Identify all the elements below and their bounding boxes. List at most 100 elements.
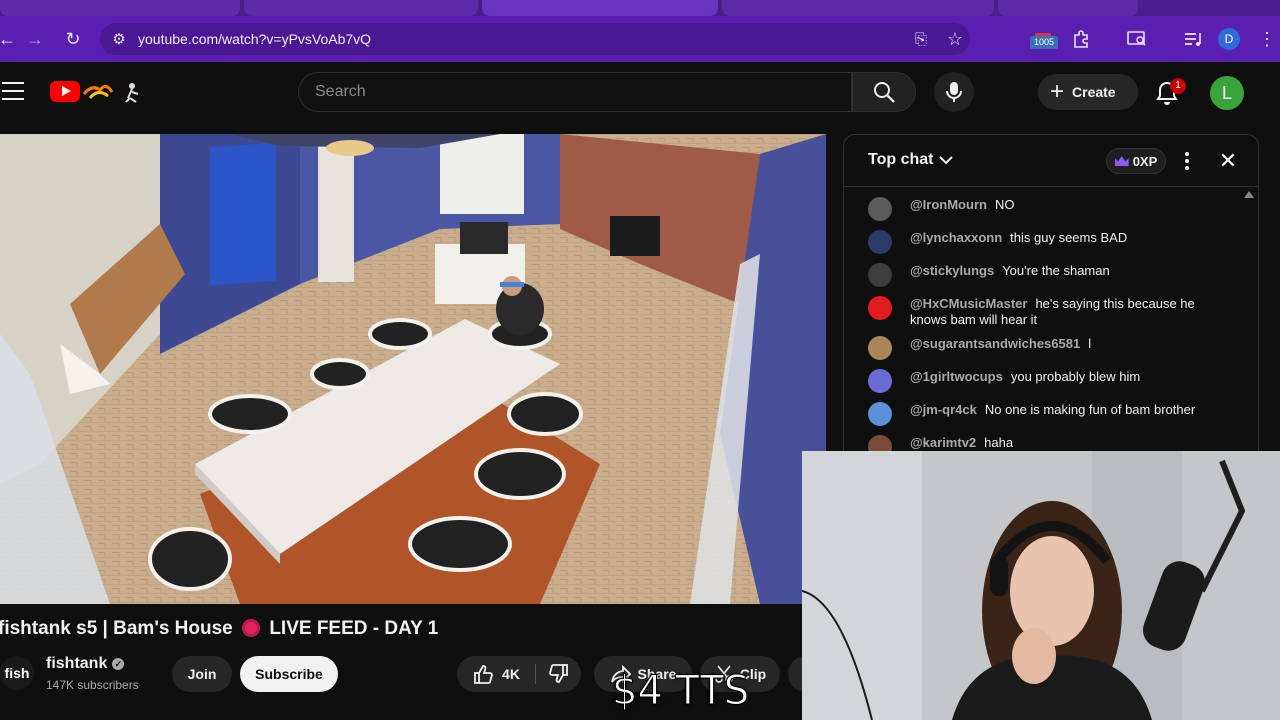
xp-button[interactable]: 0XP — [1106, 148, 1166, 174]
back-icon[interactable]: ← — [0, 24, 22, 54]
notification-count-badge: 1 — [1170, 78, 1186, 94]
search-input[interactable] — [315, 81, 815, 103]
youtube-logo[interactable] — [50, 81, 80, 102]
verified-check-icon: ✓ — [112, 658, 125, 670]
browser-tab-strip — [0, 0, 1280, 16]
channel-name-text[interactable]: fishtank — [46, 655, 107, 672]
search-box — [298, 72, 852, 112]
microphone-icon — [946, 82, 962, 102]
chat-mode-label[interactable]: Top chat — [868, 151, 933, 169]
chat-message: @stickylungs You're the shaman — [844, 259, 1244, 292]
voice-search-button[interactable] — [934, 72, 974, 112]
bookmark-star-icon[interactable]: ☆ — [940, 24, 970, 54]
account-avatar[interactable]: L — [1210, 76, 1244, 110]
chat-text: l — [1088, 336, 1092, 351]
browser-tab-active[interactable] — [482, 0, 718, 16]
chat-text: this guy seems BAD — [1010, 230, 1128, 245]
cast-search-icon[interactable] — [1122, 24, 1152, 54]
extension-badge: 1005 — [1030, 36, 1058, 49]
chat-author[interactable]: @lynchaxxonn — [910, 230, 1002, 245]
chat-message: @lynchaxxonn this guy seems BAD — [844, 226, 1244, 259]
chat-text: You're the shaman — [1002, 263, 1110, 278]
chat-message-list: @IronMourn NO @lynchaxxonn this guy seems … — [844, 193, 1244, 464]
crown-icon — [1114, 156, 1129, 166]
extensions-puzzle-icon[interactable] — [1066, 24, 1096, 54]
chat-avatar[interactable] — [868, 263, 892, 287]
chat-message: @1girltwocups you probably blew him — [844, 365, 1244, 398]
thumbs-up-icon — [474, 665, 493, 684]
browser-tab[interactable] — [0, 0, 240, 16]
chat-author[interactable]: @stickylungs — [910, 263, 994, 278]
chat-avatar[interactable] — [868, 197, 892, 221]
menu-icon[interactable] — [2, 82, 24, 100]
join-button[interactable]: Join — [172, 656, 232, 692]
subscribe-button[interactable]: Subscribe — [240, 656, 338, 692]
address-url[interactable]: youtube.com/watch?v=yPvsVoAb7vQ — [138, 31, 371, 47]
logo-doodle-icon — [82, 83, 139, 103]
chat-avatar[interactable] — [868, 296, 892, 320]
chat-text: No one is making fun of bam brother — [984, 402, 1196, 417]
video-title-live: LIVE FEED - DAY 1 — [269, 618, 439, 639]
webcam-image — [802, 451, 1280, 720]
scroll-up-arrow-icon[interactable] — [1244, 191, 1254, 198]
chat-message: @sugarantsandwiches6581 l — [844, 332, 1244, 365]
search-icon — [874, 82, 895, 103]
tts-overlay-text: $4 TTS — [611, 668, 750, 715]
chat-avatar[interactable] — [868, 336, 892, 360]
dislike-button[interactable] — [537, 656, 581, 692]
screen: ← → ↻ ⚙ youtube.com/watch?v=yPvsVoAb7vQ … — [0, 0, 1280, 720]
chat-author[interactable]: @IronMourn — [910, 197, 987, 212]
install-app-icon[interactable]: ⎘ — [906, 24, 936, 54]
site-info-icon[interactable]: ⚙ — [108, 28, 130, 50]
chat-author[interactable]: @jm-qr4ck — [910, 402, 977, 417]
youtube-header: + Create 1 L — [0, 62, 1280, 124]
chat-author[interactable]: @karimtv2 — [910, 435, 976, 450]
chat-author[interactable]: @1girltwocups — [910, 369, 1003, 384]
thumbs-down-icon — [549, 664, 568, 683]
chat-avatar[interactable] — [868, 402, 892, 426]
video-frame — [0, 134, 826, 604]
webcam-overlay — [802, 451, 1280, 720]
chat-message: @HxCMusicMaster he's saying this because … — [844, 292, 1244, 332]
media-controls-icon[interactable] — [1178, 24, 1208, 54]
plus-icon: + — [1050, 78, 1065, 105]
chat-text: NO — [994, 197, 1015, 212]
xp-label: 0XP — [1132, 153, 1158, 169]
chat-text: you probably blew him — [1010, 369, 1141, 384]
like-dislike-group: 4K — [457, 656, 581, 692]
chat-author[interactable]: @sugarantsandwiches6581 — [910, 336, 1080, 351]
chat-header: Top chat 0XP ✕ — [844, 135, 1258, 187]
chat-mode-dropdown[interactable]: Top chat — [868, 151, 954, 169]
browser-menu-icon[interactable]: ⋮ — [1252, 24, 1280, 54]
search-button[interactable] — [852, 72, 916, 112]
chat-message: @jm-qr4ck No one is making fun of bam bro… — [844, 398, 1244, 431]
chat-text: haha — [984, 435, 1014, 450]
chat-message: @IronMourn NO — [844, 193, 1244, 226]
browser-tab[interactable] — [244, 0, 478, 16]
reload-icon[interactable]: ↻ — [58, 24, 88, 54]
like-button[interactable]: 4K — [457, 656, 535, 692]
live-chat-panel: Top chat 0XP ✕ @IronMourn NO @lynchaxxonn… — [843, 134, 1259, 474]
browser-profile-avatar[interactable]: D — [1218, 28, 1240, 50]
chat-more-icon[interactable] — [1180, 149, 1194, 173]
browser-tab[interactable] — [722, 0, 994, 16]
create-label: Create — [1072, 84, 1116, 100]
like-count: 4K — [502, 666, 520, 682]
create-button[interactable]: + Create — [1038, 74, 1138, 110]
browser-toolbar: ← → ↻ ⚙ youtube.com/watch?v=yPvsVoAb7vQ … — [0, 16, 1280, 62]
video-player[interactable] — [0, 134, 826, 604]
browser-tab[interactable] — [998, 0, 1138, 16]
chat-avatar[interactable] — [868, 230, 892, 254]
channel-name[interactable]: fishtank ✓ — [46, 655, 125, 673]
chat-author[interactable]: @HxCMusicMaster — [910, 296, 1027, 311]
channel-avatar[interactable]: fish — [0, 656, 34, 690]
subscriber-count: 147K subscribers — [46, 678, 139, 692]
address-bar[interactable]: ⚙ youtube.com/watch?v=yPvsVoAb7vQ ⎘ ☆ — [100, 23, 970, 55]
chat-avatar[interactable] — [868, 369, 892, 393]
live-dot-icon — [242, 619, 261, 637]
forward-icon[interactable]: → — [20, 24, 50, 54]
like-divider — [535, 664, 536, 684]
close-icon[interactable]: ✕ — [1216, 149, 1240, 173]
video-title: fishtank s5 | Bam's House LIVE FEED - DA… — [0, 618, 438, 640]
chevron-down-icon — [939, 156, 954, 165]
